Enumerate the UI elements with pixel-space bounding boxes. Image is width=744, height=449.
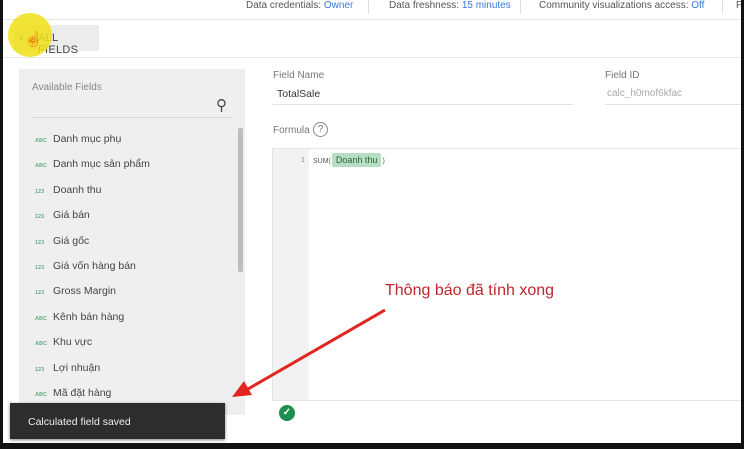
annotation-arrow (232, 308, 386, 397)
arrow-shaft (247, 308, 386, 391)
frame-edge (0, 0, 3, 449)
frame-edge (0, 443, 744, 449)
